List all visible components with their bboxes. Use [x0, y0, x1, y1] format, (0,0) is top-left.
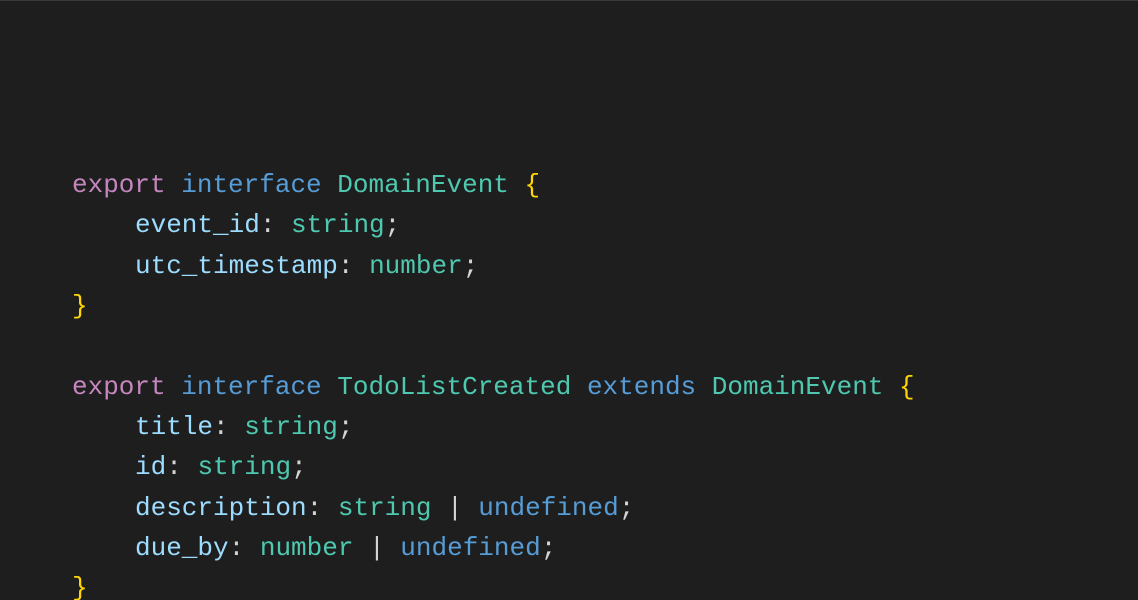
- code-token: extends: [587, 372, 696, 402]
- code-token: undefined: [400, 533, 540, 563]
- code-token: number: [369, 251, 463, 281]
- code-token: :: [229, 533, 260, 563]
- code-token: string: [291, 210, 385, 240]
- code-token: ;: [338, 412, 354, 442]
- code-token: string: [197, 452, 291, 482]
- editor-top-border: [0, 0, 1138, 4]
- code-token: string: [244, 412, 338, 442]
- code-line[interactable]: event_id: string;: [72, 205, 1138, 245]
- code-line[interactable]: title: string;: [72, 407, 1138, 447]
- code-token: interface: [181, 170, 321, 200]
- code-line[interactable]: export interface TodoListCreated extends…: [72, 367, 1138, 407]
- code-token: :: [166, 452, 197, 482]
- code-token: :: [260, 210, 291, 240]
- code-line[interactable]: utc_timestamp: number;: [72, 246, 1138, 286]
- code-token: title: [135, 412, 213, 442]
- code-token: description: [135, 493, 307, 523]
- code-token: string: [338, 493, 432, 523]
- code-token: due_by: [135, 533, 229, 563]
- code-token: [166, 170, 182, 200]
- code-token: DomainEvent: [712, 372, 884, 402]
- code-token: DomainEvent: [337, 170, 509, 200]
- code-line[interactable]: id: string;: [72, 447, 1138, 487]
- code-line[interactable]: [72, 326, 1138, 366]
- code-token: id: [135, 452, 166, 482]
- code-token: :: [338, 251, 369, 281]
- line-number-gutter: [0, 4, 68, 600]
- code-token: ;: [541, 533, 557, 563]
- code-token: TodoListCreated: [337, 372, 571, 402]
- code-token: [883, 372, 899, 402]
- code-token: [509, 170, 525, 200]
- code-token: interface: [181, 372, 321, 402]
- code-token: undefined: [478, 493, 618, 523]
- code-token: ;: [619, 493, 635, 523]
- code-token: number: [260, 533, 354, 563]
- code-token: [571, 372, 587, 402]
- code-token: [166, 372, 182, 402]
- code-token: ;: [291, 452, 307, 482]
- code-token: export: [72, 170, 166, 200]
- code-line[interactable]: }: [72, 286, 1138, 326]
- code-token: :: [307, 493, 338, 523]
- code-token: |: [353, 533, 400, 563]
- code-token: }: [72, 573, 88, 600]
- code-token: [322, 170, 338, 200]
- code-token: ;: [463, 251, 479, 281]
- code-token: utc_timestamp: [135, 251, 338, 281]
- code-editor[interactable]: export interface DomainEvent {event_id: …: [0, 0, 1138, 600]
- code-area[interactable]: export interface DomainEvent {event_id: …: [72, 165, 1138, 600]
- code-token: export: [72, 372, 166, 402]
- code-token: :: [213, 412, 244, 442]
- code-token: {: [899, 372, 915, 402]
- code-token: event_id: [135, 210, 260, 240]
- code-token: [696, 372, 712, 402]
- code-line[interactable]: due_by: number | undefined;: [72, 528, 1138, 568]
- code-line[interactable]: export interface DomainEvent {: [72, 165, 1138, 205]
- code-token: }: [72, 291, 88, 321]
- code-token: {: [525, 170, 541, 200]
- code-token: ;: [385, 210, 401, 240]
- code-line[interactable]: description: string | undefined;: [72, 488, 1138, 528]
- code-token: |: [431, 493, 478, 523]
- code-line[interactable]: }: [72, 568, 1138, 600]
- code-token: [322, 372, 338, 402]
